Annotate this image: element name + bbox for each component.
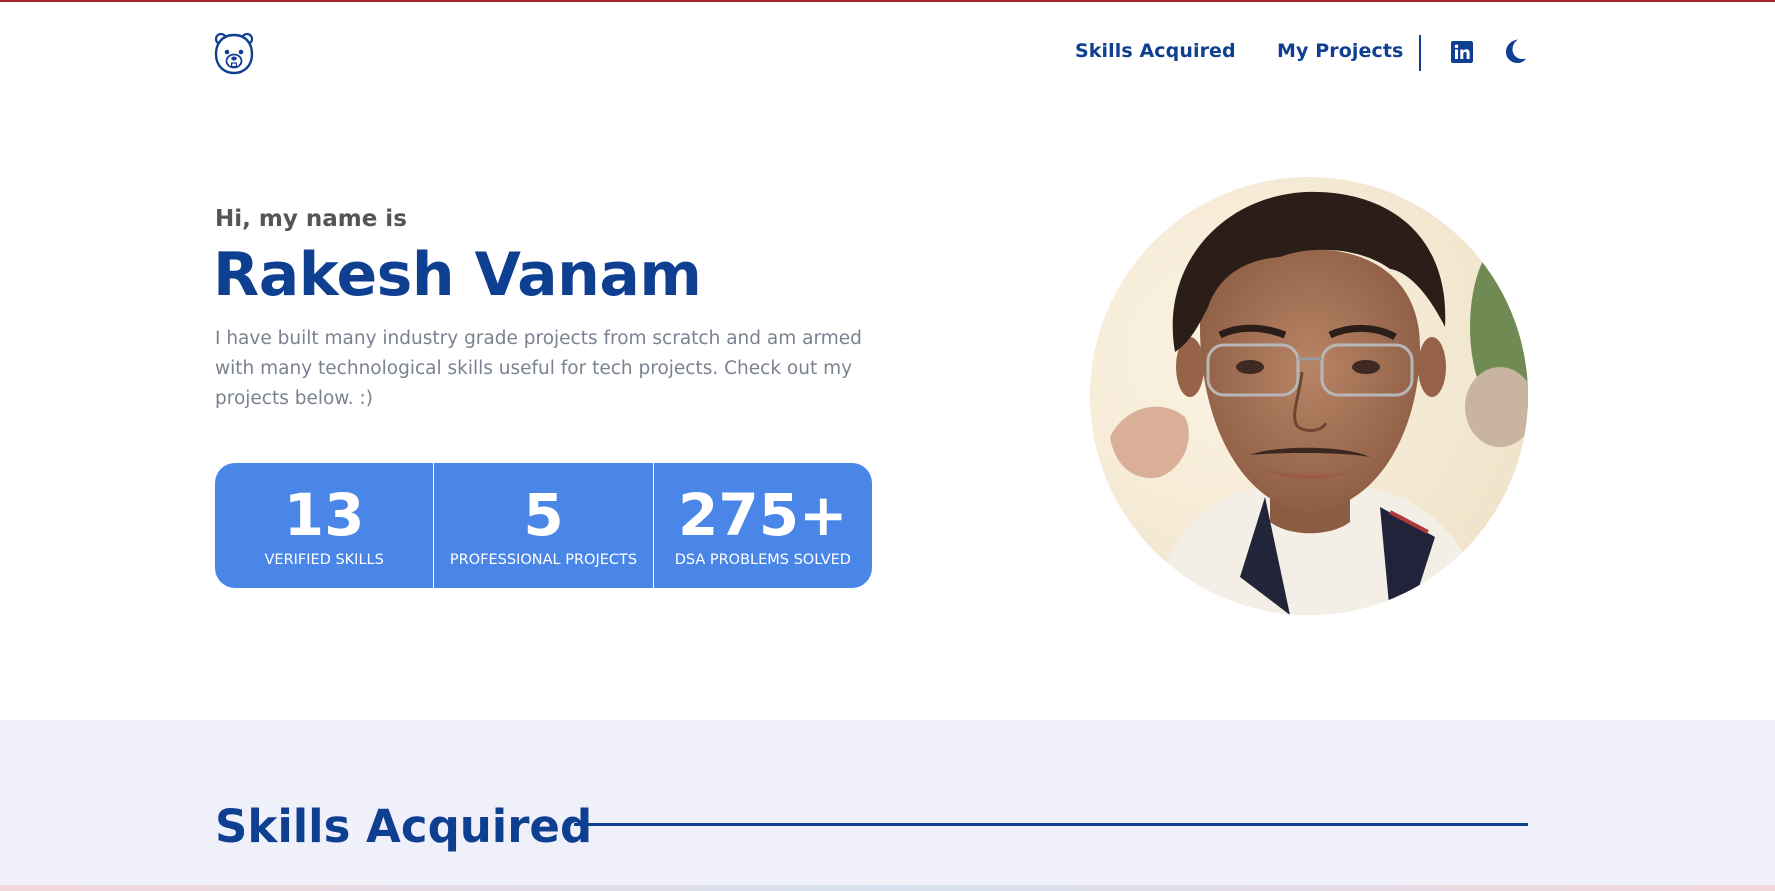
moon-icon[interactable] [1503,38,1527,64]
skills-section: Skills Acquired [0,720,1775,885]
stat-number: 13 [283,480,365,549]
nav-my-projects-link[interactable]: My Projects [1277,40,1403,62]
stat-label: VERIFIED SKILLS [264,551,384,568]
stat-label: DSA PROBLEMS SOLVED [674,551,851,568]
profile-photo-illustration [1090,177,1528,615]
nav-skills-acquired-link[interactable]: Skills Acquired [1075,40,1236,62]
stat-label: PROFESSIONAL PROJECTS [449,551,638,568]
stat-dsa-problems-solved: 275+ DSA PROBLEMS SOLVED [652,463,872,588]
bottom-accent-bar [0,885,1775,891]
stat-number: 5 [523,480,564,549]
skills-section-title: Skills Acquired [215,800,593,853]
linkedin-icon[interactable] [1451,41,1473,63]
stat-number: 275+ [677,480,848,549]
stat-verified-skills: 13 VERIFIED SKILLS [215,463,433,588]
bear-logo-icon[interactable] [213,30,255,76]
hero-greeting: Hi, my name is [215,206,407,232]
profile-photo [1090,177,1528,615]
hero-name: Rakesh Vanam [213,240,702,310]
nav-divider [1419,35,1421,71]
section-title-divider [574,823,1528,826]
site-header: Skills Acquired My Projects [0,2,1775,102]
stat-professional-projects: 5 PROFESSIONAL PROJECTS [433,463,652,588]
stats-panel: 13 VERIFIED SKILLS 5 PROFESSIONAL PROJEC… [215,463,872,588]
hero-description: I have built many industry grade project… [215,328,862,409]
